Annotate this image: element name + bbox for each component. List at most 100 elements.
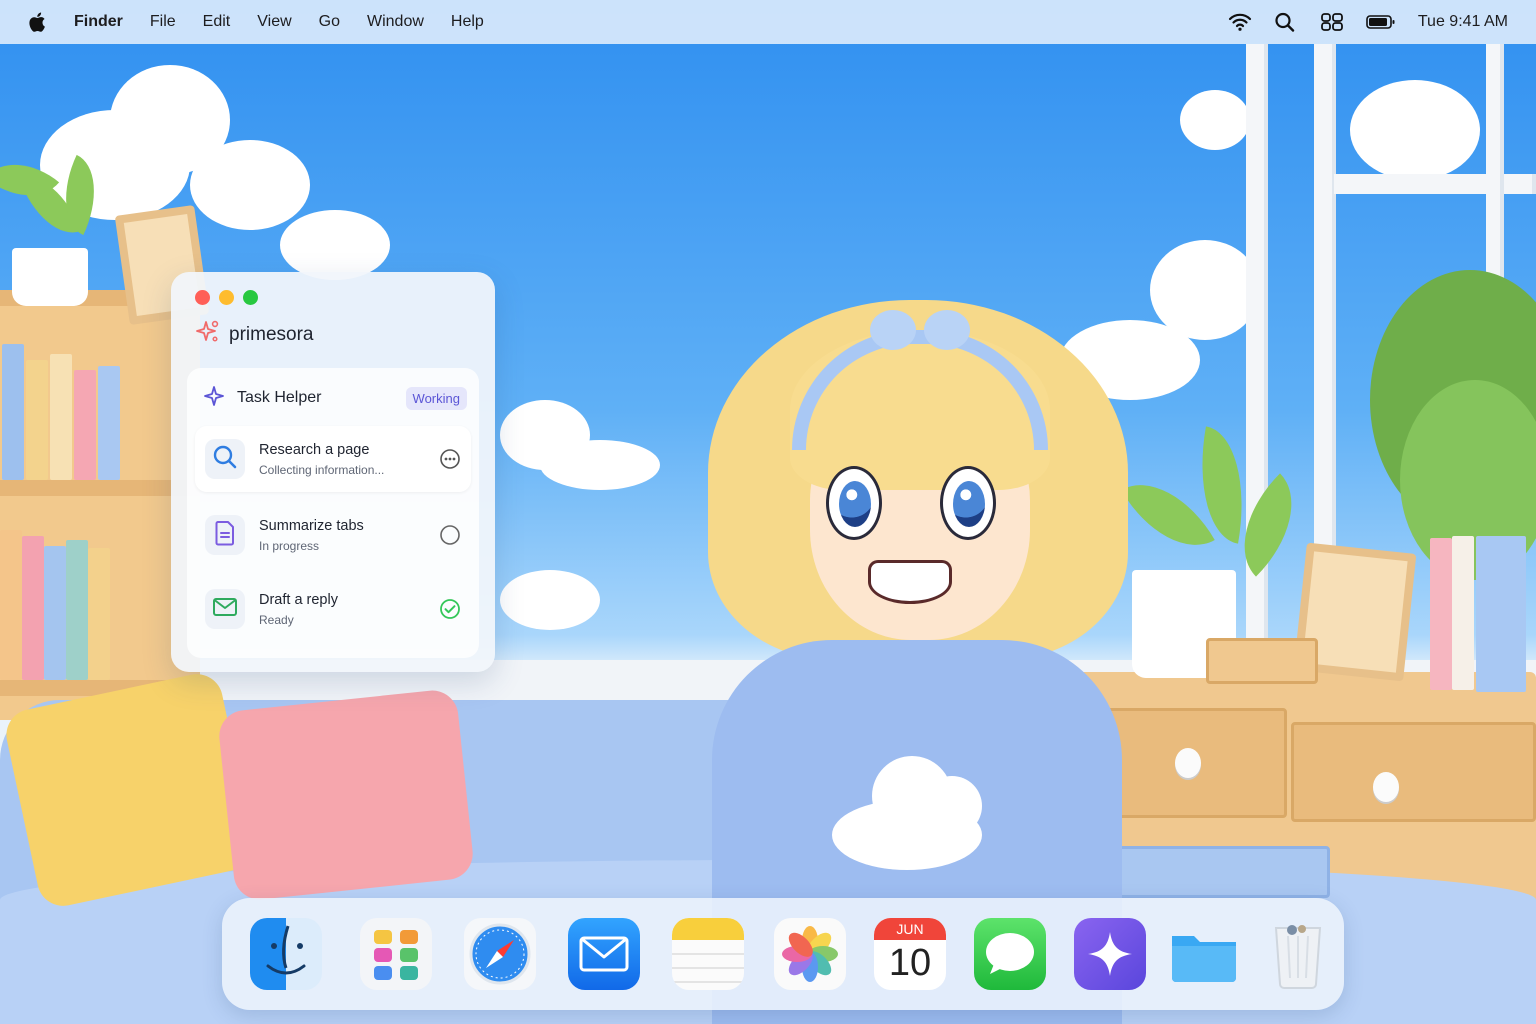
book <box>44 546 66 680</box>
window-mullion <box>1334 174 1536 194</box>
book <box>88 548 110 680</box>
character-eye <box>826 466 882 540</box>
task-icon-box <box>205 515 245 555</box>
menu-app-name[interactable]: Finder <box>74 13 123 31</box>
task-item-summarize[interactable]: Summarize tabs In progress <box>195 502 471 568</box>
menu-file[interactable]: File <box>150 13 176 31</box>
task-title: Draft a reply <box>259 591 338 608</box>
more-options-icon[interactable] <box>439 448 461 470</box>
menu-view[interactable]: View <box>257 13 291 31</box>
menu-go[interactable]: Go <box>319 13 340 31</box>
task-text: Draft a reply Ready <box>259 592 338 627</box>
task-helper-header: Task Helper Working <box>187 368 479 412</box>
task-subtitle: Collecting information... <box>259 462 385 477</box>
menu-window[interactable]: Window <box>367 13 424 31</box>
control-center-icon[interactable] <box>1320 12 1344 32</box>
drawer-knob <box>1175 748 1201 778</box>
menu-bar: Finder File Edit View Go Window Help Tue… <box>0 0 1536 44</box>
character-bow <box>870 310 916 350</box>
close-button[interactable] <box>195 290 210 305</box>
book <box>98 366 120 480</box>
check-circle-icon <box>439 598 461 620</box>
cloud <box>1150 240 1260 340</box>
book <box>2 344 24 480</box>
shelf-board <box>0 480 200 496</box>
menu-clock[interactable]: Tue 9:41 AM <box>1418 13 1508 31</box>
zoom-button[interactable] <box>243 290 258 305</box>
task-title: Research a page <box>259 441 370 458</box>
book <box>1452 536 1474 690</box>
cloud <box>280 210 390 280</box>
book <box>0 530 22 680</box>
menu-right: Tue 9:41 AM <box>1228 12 1508 32</box>
task-item-research[interactable]: Research a page Collecting information..… <box>195 426 471 492</box>
book <box>66 540 88 680</box>
brand-name: primesora <box>229 323 314 345</box>
character-eye <box>940 466 996 540</box>
pending-circle-icon <box>439 524 461 546</box>
window-mullion <box>1246 44 1268 704</box>
plant-pot <box>12 248 88 306</box>
sparkle-logo-icon <box>195 319 221 350</box>
mail-icon <box>211 595 239 624</box>
bookshelf <box>0 290 200 720</box>
book-stack <box>1110 846 1330 898</box>
menu-help[interactable]: Help <box>451 13 484 31</box>
cloud <box>190 140 310 230</box>
drawer <box>1291 722 1536 822</box>
assistant-window: primesora Task Helper Working Research a… <box>171 272 495 672</box>
book <box>74 370 96 480</box>
calendar-day: 10 <box>888 942 932 984</box>
book <box>50 354 72 480</box>
task-subtitle: In progress <box>259 538 320 553</box>
panel-title: Task Helper <box>237 389 322 406</box>
task-item-draft[interactable]: Draft a reply Ready <box>195 576 471 642</box>
task-subtitle: Ready <box>259 612 294 627</box>
task-title: Summarize tabs <box>259 517 364 534</box>
window-controls <box>195 290 479 305</box>
book <box>22 536 44 680</box>
search-icon[interactable] <box>1274 12 1298 32</box>
trash-icon[interactable] <box>1262 918 1334 990</box>
finder-icon[interactable] <box>250 918 322 990</box>
wifi-icon[interactable] <box>1228 12 1252 32</box>
messages-icon[interactable] <box>974 918 1046 990</box>
brand-header: primesora <box>195 319 479 350</box>
task-icon-box <box>205 589 245 629</box>
drawer-knob <box>1373 772 1399 802</box>
apple-icon[interactable] <box>28 11 48 33</box>
launchpad-icon[interactable] <box>360 918 432 990</box>
calendar-month: JUN <box>874 918 946 940</box>
cloud <box>500 570 600 630</box>
character-mouth <box>868 560 952 604</box>
mail-app-icon[interactable] <box>568 918 640 990</box>
safari-icon[interactable] <box>464 918 536 990</box>
task-helper-panel: Task Helper Working Research a page Coll… <box>187 368 479 658</box>
cloud <box>1180 90 1250 150</box>
battery-icon[interactable] <box>1366 12 1396 32</box>
book <box>1476 536 1526 692</box>
leaf <box>1121 462 1215 568</box>
task-text: Research a page Collecting information..… <box>259 442 384 477</box>
document-icon <box>212 519 238 552</box>
cloud <box>540 440 660 490</box>
minimize-button[interactable] <box>219 290 234 305</box>
search-icon <box>211 443 239 476</box>
notes-icon[interactable] <box>672 918 744 990</box>
wooden-box <box>1206 638 1318 684</box>
hoodie-cloud <box>922 776 982 836</box>
book <box>26 360 48 480</box>
calendar-icon[interactable]: JUN 10 <box>874 918 946 990</box>
task-icon-box <box>205 439 245 479</box>
menu-edit[interactable]: Edit <box>203 13 231 31</box>
photos-icon[interactable] <box>774 918 846 990</box>
status-badge: Working <box>405 386 467 410</box>
book <box>1430 538 1452 690</box>
pink-pillow <box>216 687 476 903</box>
task-text: Summarize tabs In progress <box>259 518 364 553</box>
folder-icon[interactable] <box>1168 918 1240 990</box>
sparkle-icon <box>203 385 225 412</box>
menu-left: Finder File Edit View Go Window Help <box>28 11 511 33</box>
dock: JUN 10 <box>222 898 1344 1010</box>
assistant-app-icon[interactable] <box>1074 918 1146 990</box>
